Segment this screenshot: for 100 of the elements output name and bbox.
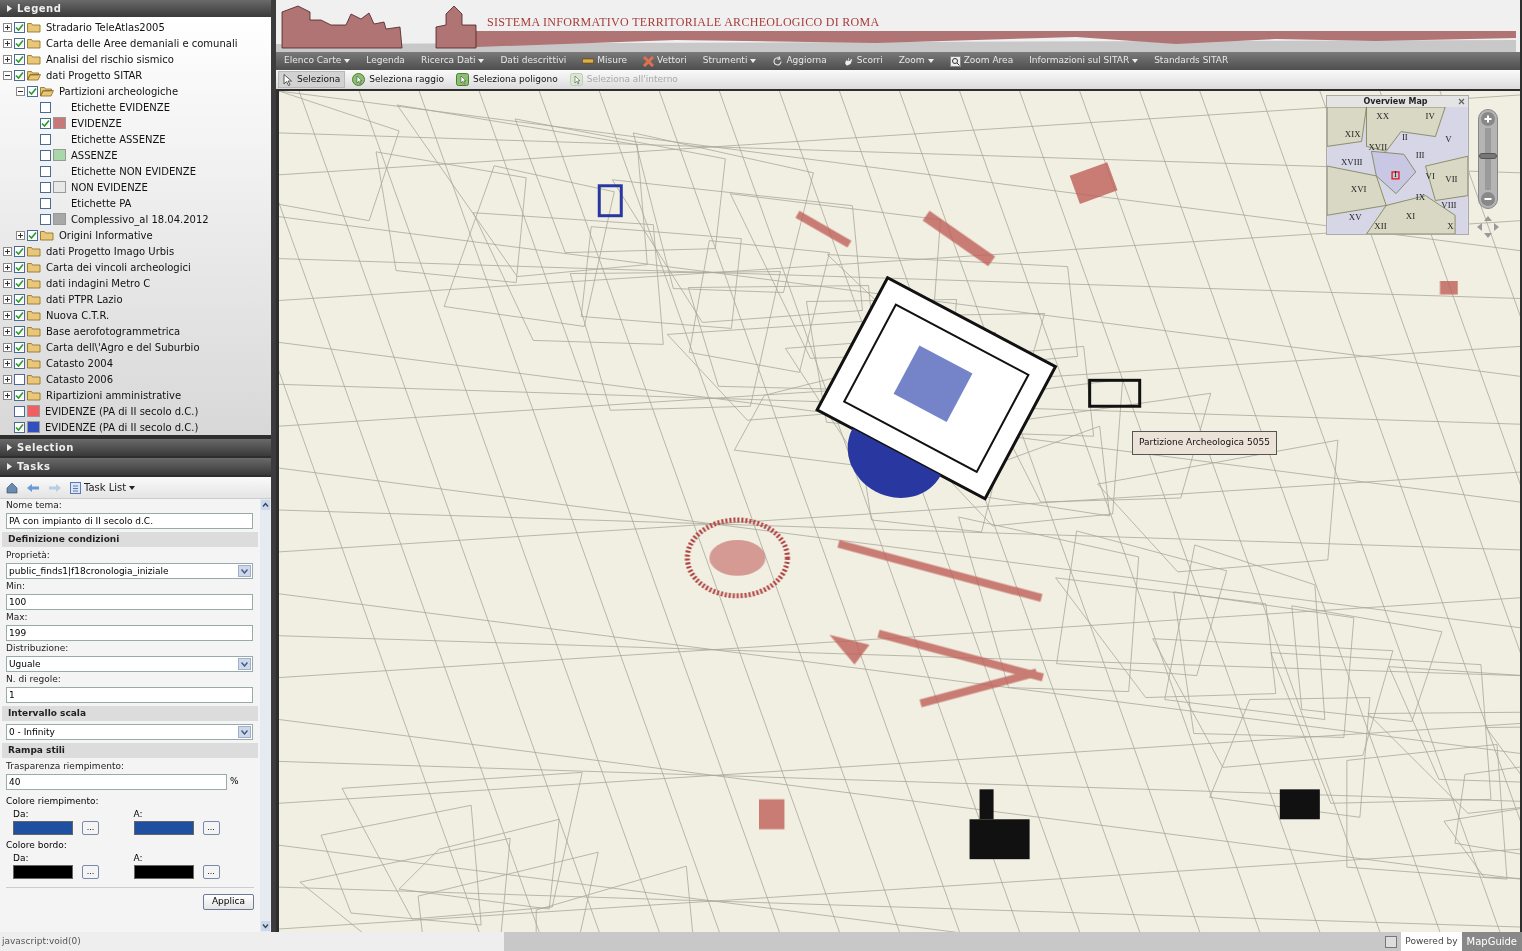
menu-item[interactable]: Elenco Carte [284,54,351,68]
color-picker-button[interactable]: ... [202,821,220,835]
layer-label[interactable]: Etichette ASSENZE [71,131,166,147]
menu-item[interactable]: Strumenti [702,54,757,68]
checkbox[interactable] [27,229,38,241]
district-map-drawing[interactable]: XX IV XIX II XVII V III XVIII I VI VII XVI IX VIII XV XI XII X [1327,107,1468,234]
panel-header[interactable]: Tasks [0,458,271,475]
zoom-slider-thumb[interactable] [1479,152,1497,159]
menu-item[interactable]: Dati descrittivi [500,54,567,68]
panel-header[interactable]: Selection [0,439,271,456]
scroll-up-icon[interactable] [261,500,270,510]
checkbox[interactable] [40,117,51,129]
dropdown-field[interactable]: Uguale [6,656,253,672]
menu-item[interactable]: Scorri [842,54,883,68]
layer-label[interactable]: EVIDENZE (PA di II secolo d.C.) [45,403,199,419]
zoom-out-icon[interactable] [1481,192,1495,206]
menu-item[interactable]: Ricerca Dati [420,54,485,68]
checkbox[interactable] [40,213,51,225]
checkbox[interactable] [14,261,25,273]
layer-label[interactable]: Carta dei vincoli archeologici [46,259,191,275]
task-list-button[interactable]: Task List [70,480,136,495]
scroll-down-icon[interactable] [261,921,270,931]
expand-icon[interactable] [3,278,12,288]
map-drawing[interactable] [279,91,1520,932]
layer-label[interactable]: Catasto 2004 [46,355,114,371]
checkbox[interactable] [14,245,25,257]
text-field[interactable]: 1 [6,687,253,703]
collapse-icon[interactable] [3,70,12,80]
layer-label[interactable]: Base aerofotogrammetrica [46,323,181,339]
selection-tool[interactable]: Seleziona raggio [347,71,449,88]
color-swatch[interactable] [13,865,73,879]
layer-label[interactable]: EVIDENZE [71,115,122,131]
apply-button[interactable]: Applica [202,894,254,910]
checkbox[interactable] [27,85,38,97]
layer-label[interactable]: Origini Informative [59,227,153,243]
text-field[interactable]: PA con impianto di II secolo d.C. [6,513,253,529]
checkbox[interactable] [14,405,25,417]
color-swatch[interactable] [13,821,73,835]
layer-label[interactable]: Carta dell\'Agro e del Suburbio [46,339,200,355]
layer-label[interactable]: dati Progetto SITAR [46,67,143,83]
menu-item[interactable]: Zoom [898,54,934,68]
checkbox[interactable] [40,165,51,177]
layer-label[interactable]: dati PTPR Lazio [46,291,123,307]
text-field[interactable]: 40 [6,774,227,790]
zoom-slider[interactable] [1478,109,1498,209]
checkbox[interactable] [14,373,25,385]
expand-icon[interactable] [3,310,12,320]
checkbox[interactable] [14,277,25,289]
layer-label[interactable]: EVIDENZE (PA di II secolo d.C.) [45,419,199,435]
text-field[interactable]: 199 [6,625,253,641]
color-picker-button[interactable]: ... [82,865,99,879]
expand-icon[interactable] [3,246,12,256]
checkbox[interactable] [14,421,25,433]
menu-item[interactable]: Legenda [366,54,405,68]
checkbox[interactable] [14,53,25,65]
dropdown-field[interactable]: 0 - Infinity [6,724,253,740]
expand-icon[interactable] [3,294,12,304]
checkbox[interactable] [14,309,25,321]
layer-label[interactable]: NON EVIDENZE [71,179,148,195]
checkbox[interactable] [40,197,51,209]
color-picker-button[interactable]: ... [202,865,220,879]
back-arrow-icon[interactable] [26,482,40,493]
checkbox[interactable] [14,21,25,33]
expand-icon[interactable] [3,262,12,272]
checkbox[interactable] [14,69,25,81]
expand-icon[interactable] [3,22,12,32]
collapse-icon[interactable] [16,86,25,96]
selection-tool[interactable]: Seleziona [278,71,346,88]
checkbox[interactable] [14,357,25,369]
menu-item[interactable]: Aggiorna [772,54,827,68]
expand-icon[interactable] [3,374,12,384]
color-swatch[interactable] [133,865,194,879]
zoom-in-icon[interactable] [1481,112,1495,126]
layer-label[interactable]: Carta delle Aree demaniali e comunali [46,35,238,51]
layer-label[interactable]: Stradario TeleAtlas2005 [46,19,165,35]
menu-item[interactable]: Misure [582,54,627,68]
menu-item[interactable]: Vettori [642,54,687,68]
expand-icon[interactable] [16,230,25,240]
expand-icon[interactable] [3,358,12,368]
checkbox[interactable] [14,341,25,353]
text-field[interactable]: 100 [6,594,253,610]
layer-label[interactable]: Catasto 2006 [46,371,114,387]
layer-label[interactable]: Nuova C.T.R. [46,307,110,323]
checkbox[interactable] [14,37,25,49]
layer-label[interactable]: Etichette PA [71,195,132,211]
checkbox[interactable] [40,101,51,113]
checkbox[interactable] [40,181,51,193]
home-icon[interactable] [6,481,18,494]
expand-icon[interactable] [3,326,12,336]
layer-label[interactable]: Complessivo_al 18.04.2012 [71,211,209,227]
layer-label[interactable]: dati Progetto Imago Urbis [46,243,175,259]
layer-label[interactable]: Etichette EVIDENZE [71,99,170,115]
close-icon[interactable] [1458,98,1465,105]
checkbox[interactable] [40,133,51,145]
color-swatch[interactable] [133,821,194,835]
color-picker-button[interactable]: ... [82,821,99,835]
checkbox[interactable] [14,293,25,305]
scrollbar[interactable] [260,499,271,932]
layer-label[interactable]: Analisi del rischio sismico [46,51,174,67]
expand-icon[interactable] [3,390,12,400]
